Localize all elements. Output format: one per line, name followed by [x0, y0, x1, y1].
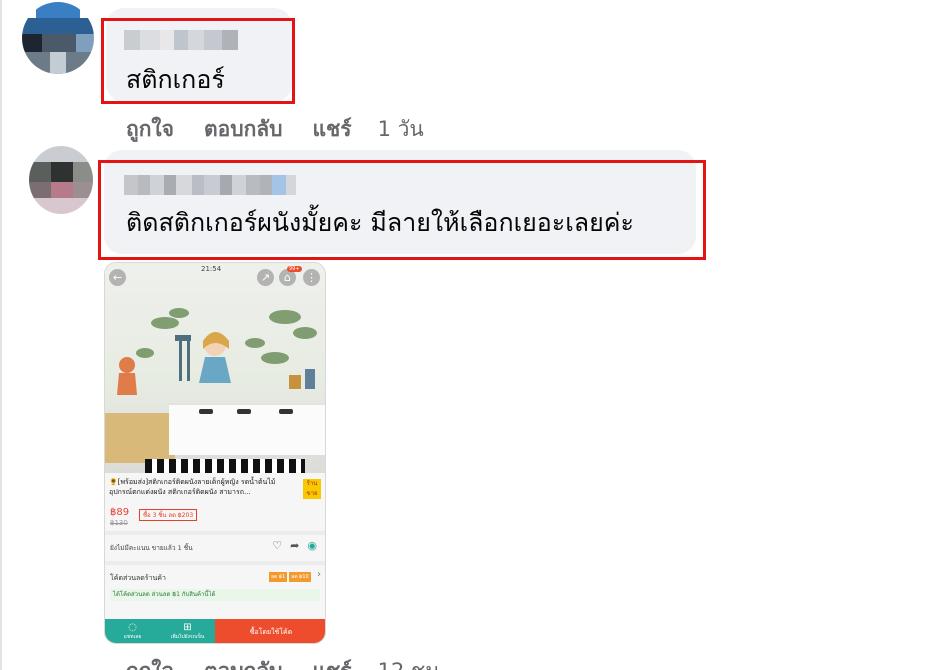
bottom-bar: ◌ แชทเลย ⊞ เพิ่มไปยังรถเข็น ซื้อโดยใช้โค้ด — [105, 619, 325, 643]
attached-image[interactable]: 21:54 ← ↗ ⌂ ⋮ 99+ 🌻[พร้อมส่ง]สติกเกอร์ติ… — [104, 262, 326, 644]
shop-voucher-label: โค้ดส่วนลดร้านค้า — [110, 574, 166, 582]
product-action-icons: ♡ ➦ ◉ — [272, 539, 317, 552]
share-button[interactable]: แชร์ — [313, 113, 352, 146]
timestamp[interactable]: 12 ชม. — [378, 655, 446, 670]
wall-sticker-illustration — [105, 283, 325, 403]
avatar[interactable] — [22, 2, 94, 74]
cabinet — [169, 403, 325, 455]
chat-bubble-icon: ◌ — [128, 622, 137, 633]
comment-actions: ถูกใจ ตอบกลับ แชร์ 12 ชม. — [126, 655, 446, 670]
like-button[interactable]: ถูกใจ — [126, 655, 174, 670]
notification-badge: 99+ — [287, 266, 302, 272]
add-to-cart-button[interactable]: ⊞ เพิ่มไปยังรถเข็น — [160, 619, 215, 643]
reply-button[interactable]: ตอบกลับ — [204, 655, 283, 670]
avatar[interactable] — [29, 146, 93, 214]
highlight-box — [98, 160, 706, 260]
price: ฿89 — [110, 507, 130, 518]
voucher-tags: ลด ฿1 ลด ฿10 — [269, 572, 311, 582]
left-divider — [0, 0, 2, 670]
cart-plus-icon: ⊞ — [183, 622, 192, 633]
coupon-tag: ซื้อ 3 ชิ้น ลด ฿203 — [139, 509, 198, 521]
status-time: 21:54 — [201, 265, 222, 273]
share-button[interactable]: แชร์ — [313, 655, 352, 670]
product-title: 🌻[พร้อมส่ง]สติกเกอร์ติดผนังลายเด็กผู้หญิ… — [109, 478, 276, 496]
like-button[interactable]: ถูกใจ — [126, 113, 174, 146]
share-arrow-icon[interactable]: ➦ — [290, 539, 299, 552]
heart-icon[interactable]: ♡ — [272, 539, 282, 552]
voucher-tag: ลด ฿10 — [289, 572, 311, 582]
old-price: ฿130 — [110, 519, 128, 527]
chevron-right-icon[interactable]: › — [317, 569, 321, 580]
chat-icon[interactable]: ◉ — [307, 539, 317, 552]
buy-button[interactable]: ซื้อโดยใช้โค้ด — [215, 619, 325, 643]
share-icon[interactable]: ↗ — [257, 269, 274, 286]
chat-now-button[interactable]: ◌ แชทเลย — [105, 619, 160, 643]
highlight-box — [101, 18, 295, 104]
rug — [145, 459, 305, 473]
rating-sold: ยังไม่มีคะแนน ขายแล้ว 1 ชิ้น — [110, 544, 193, 552]
comment-actions: ถูกใจ ตอบกลับ แชร์ 1 วัน — [126, 113, 424, 146]
reply-button[interactable]: ตอบกลับ — [204, 113, 283, 146]
promo-banner: ได้โค้ดส่วนลด ส่วนลด ฿1 กับสินค้านี้ได้ — [110, 589, 320, 601]
more-icon[interactable]: ⋮ — [303, 269, 320, 286]
product-photo: 21:54 ← ↗ ⌂ ⋮ 99+ — [105, 263, 325, 473]
voucher-tag: ลด ฿1 — [269, 572, 288, 582]
back-icon[interactable]: ← — [109, 269, 126, 286]
shop-badge: ร้าน ขาย — [303, 479, 321, 499]
timestamp[interactable]: 1 วัน — [378, 113, 424, 146]
